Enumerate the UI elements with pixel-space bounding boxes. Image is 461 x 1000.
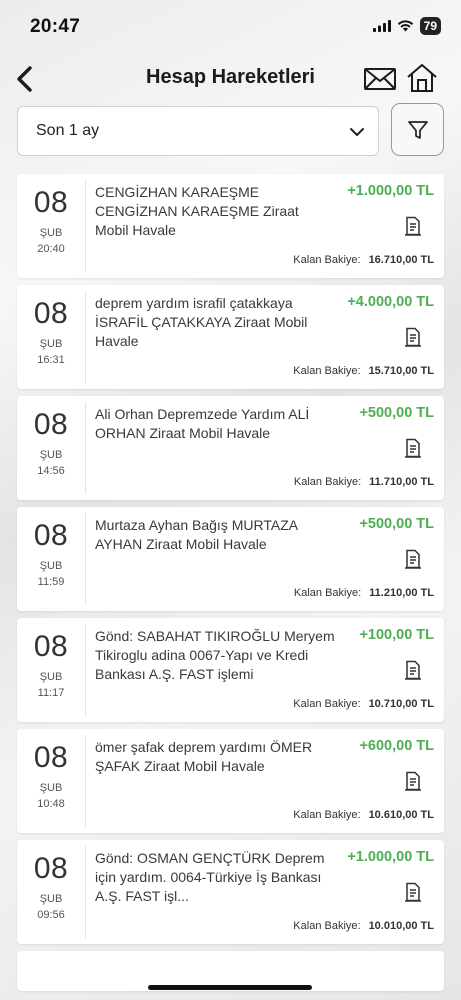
transaction-month: ŞUB xyxy=(39,893,63,905)
transaction-card[interactable]: 08 ŞUB 10:48 ömer şafak deprem yardımı Ö… xyxy=(17,729,444,833)
transaction-balance: Kalan Bakiye: 10.010,00 TL xyxy=(293,920,434,932)
mail-icon xyxy=(364,68,396,90)
signal-icon xyxy=(372,20,391,32)
balance-label: Kalan Bakiye: xyxy=(293,809,361,821)
divider xyxy=(85,624,86,716)
transaction-card[interactable]: 08 ŞUB 16:31 deprem yardım israfil çatak… xyxy=(17,285,444,389)
transaction-balance: Kalan Bakiye: 16.710,00 TL xyxy=(293,254,434,266)
balance-value: 11.210,00 TL xyxy=(369,587,434,599)
divider xyxy=(85,735,86,827)
transaction-amount: +500,00 TL xyxy=(359,516,434,532)
transaction-amount: +600,00 TL xyxy=(359,738,434,754)
transaction-day: 08 xyxy=(33,630,69,663)
transaction-card[interactable]: 08 ŞUB 14:56 Ali Orhan Depremzede Yardım… xyxy=(17,396,444,500)
transaction-time: 11:59 xyxy=(37,576,65,588)
filter-button[interactable] xyxy=(391,103,444,156)
transaction-card[interactable]: 08 ŞUB 09:56 Gönd: OSMAN GENÇTÜRK Deprem… xyxy=(17,840,444,944)
status-time: 20:47 xyxy=(30,16,81,37)
period-select[interactable]: Son 1 ay xyxy=(17,106,379,156)
balance-value: 10.610,00 TL xyxy=(368,809,434,821)
transaction-description: CENGİZHAN KARAEŞME CENGİZHAN KARAEŞME Zi… xyxy=(95,184,299,238)
transaction-month: ŞUB xyxy=(39,782,63,794)
balance-value: 10.010,00 TL xyxy=(368,920,434,932)
battery-indicator: 79 xyxy=(419,17,441,35)
transaction-balance: Kalan Bakiye: 11.710,00 TL xyxy=(294,476,434,488)
transaction-month: ŞUB xyxy=(39,671,63,683)
transaction-month: ŞUB xyxy=(39,338,63,350)
transaction-month: ŞUB xyxy=(39,560,63,572)
receipt-icon[interactable] xyxy=(404,438,422,458)
transaction-balance: Kalan Bakiye: 15.710,00 TL xyxy=(293,365,434,377)
transaction-description: deprem yardım israfil çatakkaya İSRAFİL … xyxy=(95,295,308,349)
transaction-time: 14:56 xyxy=(37,465,65,477)
divider xyxy=(85,513,86,605)
transaction-amount: +100,00 TL xyxy=(359,627,434,643)
transaction-description: ömer şafak deprem yardımı ÖMER ŞAFAK Zir… xyxy=(95,739,313,774)
transaction-time: 20:40 xyxy=(37,243,65,255)
transaction-amount: +4.000,00 TL xyxy=(347,294,434,310)
balance-label: Kalan Bakiye: xyxy=(293,920,361,932)
transaction-description: Ali Orhan Depremzede Yardım ALİ ORHAN Zi… xyxy=(95,406,310,441)
home-icon xyxy=(407,64,437,92)
transaction-time: 16:31 xyxy=(37,354,65,366)
filter-funnel-icon xyxy=(407,120,428,139)
transaction-day: 08 xyxy=(33,741,69,774)
transaction-amount: +1.000,00 TL xyxy=(347,849,434,865)
transaction-amount: +500,00 TL xyxy=(359,405,434,421)
messages-button[interactable] xyxy=(363,64,397,94)
transaction-card[interactable]: 08 ŞUB 11:17 Gönd: SABAHAT TIKIROĞLU Mer… xyxy=(17,618,444,722)
transaction-description: Gönd: OSMAN GENÇTÜRK Deprem için yardım.… xyxy=(95,850,325,904)
receipt-icon[interactable] xyxy=(404,660,422,680)
balance-value: 16.710,00 TL xyxy=(368,254,434,266)
divider xyxy=(85,846,86,938)
wifi-icon xyxy=(397,20,413,32)
transaction-list: 08 ŞUB 20:40 CENGİZHAN KARAEŞME CENGİZHA… xyxy=(17,174,444,998)
header: Hesap Hareketleri xyxy=(0,56,461,100)
transaction-time: 10:48 xyxy=(37,798,65,810)
receipt-icon[interactable] xyxy=(404,216,422,236)
transaction-card[interactable]: 08 ŞUB 11:59 Murtaza Ayhan Bağış MURTAZA… xyxy=(17,507,444,611)
transaction-description: Gönd: SABAHAT TIKIROĞLU Meryem Tikiroglu… xyxy=(95,628,335,682)
receipt-icon[interactable] xyxy=(404,549,422,569)
transaction-balance: Kalan Bakiye: 10.610,00 TL xyxy=(293,809,434,821)
balance-label: Kalan Bakiye: xyxy=(293,476,362,488)
balance-label: Kalan Bakiye: xyxy=(293,698,361,710)
divider xyxy=(85,402,86,494)
balance-value: 10.710,00 TL xyxy=(368,698,434,710)
divider xyxy=(85,180,86,272)
transaction-day: 08 xyxy=(33,408,69,441)
transaction-amount: +1.000,00 TL xyxy=(347,183,434,199)
balance-label: Kalan Bakiye: xyxy=(293,365,361,377)
transaction-description: Murtaza Ayhan Bağış MURTAZA AYHAN Ziraat… xyxy=(95,517,298,552)
transaction-time: 09:56 xyxy=(37,909,65,921)
balance-value: 15.710,00 TL xyxy=(368,365,434,377)
status-icons: 79 xyxy=(372,17,441,35)
receipt-icon[interactable] xyxy=(404,771,422,791)
status-bar: 20:47 79 xyxy=(0,0,461,56)
home-button[interactable] xyxy=(405,62,439,94)
transaction-card[interactable]: 08 ŞUB 20:40 CENGİZHAN KARAEŞME CENGİZHA… xyxy=(17,174,444,278)
transaction-balance: Kalan Bakiye: 11.210,00 TL xyxy=(294,587,434,599)
balance-value: 11.710,00 TL xyxy=(369,476,434,488)
divider xyxy=(85,291,86,383)
transaction-day: 08 xyxy=(33,297,69,330)
balance-label: Kalan Bakiye: xyxy=(293,254,361,266)
transaction-month: ŞUB xyxy=(39,227,63,239)
transaction-day: 08 xyxy=(33,852,69,885)
chevron-down-icon xyxy=(350,128,364,136)
transaction-time: 11:17 xyxy=(37,687,65,699)
period-select-value: Son 1 ay xyxy=(36,122,100,139)
transaction-month: ŞUB xyxy=(39,449,63,461)
home-indicator xyxy=(148,985,312,990)
receipt-icon[interactable] xyxy=(404,882,422,902)
transaction-day: 08 xyxy=(33,186,69,219)
balance-label: Kalan Bakiye: xyxy=(293,587,362,599)
transaction-day: 08 xyxy=(33,519,69,552)
transaction-balance: Kalan Bakiye: 10.710,00 TL xyxy=(293,698,434,710)
receipt-icon[interactable] xyxy=(404,327,422,347)
